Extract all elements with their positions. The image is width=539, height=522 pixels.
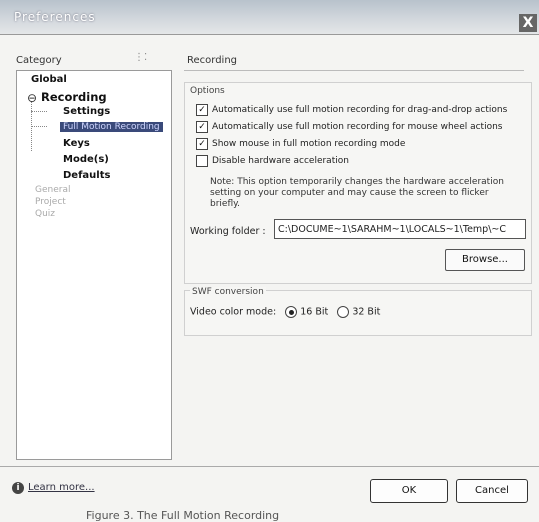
option-drag-drop[interactable]: ✓ Automatically use full motion recording… (196, 104, 507, 118)
ok-button[interactable]: OK (370, 479, 448, 503)
category-tree[interactable]: Global ⊖ Recording Settings Full Motion … (16, 70, 172, 460)
option-mouse-wheel[interactable]: ✓ Automatically use full motion recording… (196, 121, 502, 135)
tree-item-keys[interactable]: Keys (63, 138, 90, 149)
info-icon: i (12, 482, 24, 494)
checkbox-checked-icon[interactable]: ✓ (196, 104, 208, 116)
option-show-mouse[interactable]: ✓ Show mouse in full motion recording mod… (196, 138, 405, 152)
radio-selected-icon[interactable] (285, 306, 298, 318)
checkbox-checked-icon[interactable]: ✓ (196, 138, 208, 150)
swf-legend: SWF conversion (190, 287, 266, 297)
title-bar: Preferences X (0, 0, 539, 35)
radio-16bit-label[interactable]: 16 Bit (300, 307, 328, 318)
working-folder-label: Working folder : (190, 226, 266, 237)
video-color-mode-row: Video color mode: 16 Bit 32 Bit (190, 306, 380, 318)
collapse-icon[interactable]: ⊖ (27, 91, 37, 105)
tree-item-project[interactable]: Project (35, 197, 66, 207)
tree-connector (31, 111, 47, 112)
tree-item-quiz[interactable]: Quiz (35, 209, 55, 219)
option-label: Disable hardware acceleration (212, 156, 349, 166)
tree-item-settings[interactable]: Settings (63, 106, 110, 117)
video-color-mode-label: Video color mode: (190, 306, 277, 318)
checkbox-unchecked-icon[interactable] (196, 155, 208, 167)
tree-item-modes[interactable]: Mode(s) (63, 154, 109, 165)
browse-button[interactable]: Browse... (445, 249, 525, 271)
cancel-button[interactable]: Cancel (456, 479, 528, 503)
window-title: Preferences (14, 10, 96, 24)
option-label: Automatically use full motion recording … (212, 105, 508, 115)
radio-32bit-label[interactable]: 32 Bit (352, 307, 380, 318)
category-label: Category (16, 55, 62, 66)
learn-more-link[interactable]: Learn more... (28, 482, 95, 493)
panel-title: Recording (187, 55, 238, 66)
radio-unselected-icon[interactable] (337, 306, 350, 318)
checkbox-checked-icon[interactable]: ✓ (196, 121, 208, 133)
hw-accel-note: Note: This option temporarily changes th… (210, 177, 504, 209)
divider (184, 70, 524, 71)
options-legend: Options (190, 86, 225, 96)
close-icon: X (522, 15, 534, 31)
option-disable-hw-accel[interactable]: Disable hardware acceleration (196, 155, 349, 169)
tree-item-defaults[interactable]: Defaults (63, 170, 110, 181)
tree-item-full-motion-recording[interactable]: Full Motion Recording (60, 122, 163, 132)
option-label: Automatically use full motion recording … (212, 122, 503, 132)
close-button[interactable]: X (519, 14, 537, 32)
working-folder-input[interactable]: C:\DOCUME~1\SARAHM~1\LOCALS~1\Temp\~C (274, 219, 526, 239)
tree-item-global[interactable]: Global (31, 74, 67, 85)
footer-divider (0, 466, 539, 467)
tree-connector (31, 126, 47, 127)
tree-item-recording[interactable]: Recording (41, 90, 107, 104)
tree-item-general[interactable]: General (35, 185, 70, 195)
splitter-grip-icon[interactable]: ⋮⁚ (134, 52, 147, 63)
option-label: Show mouse in full motion recording mode (212, 139, 406, 149)
figure-caption: Figure 3. The Full Motion Recording (86, 509, 280, 522)
